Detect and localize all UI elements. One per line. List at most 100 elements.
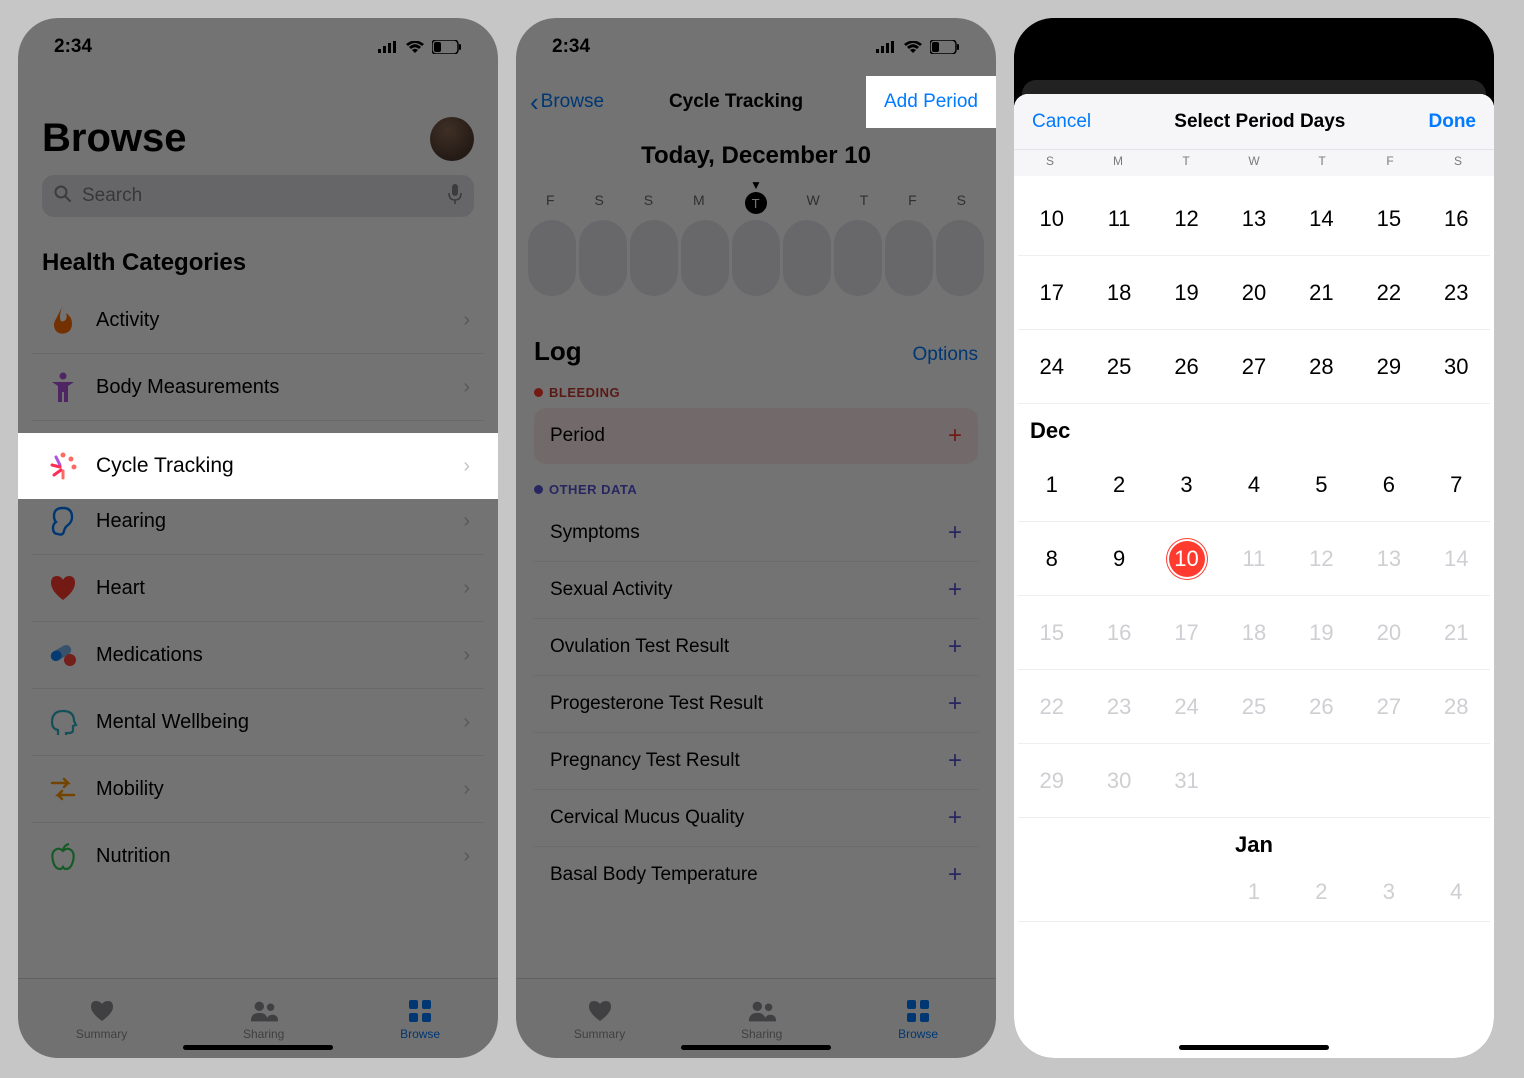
week-strip[interactable]: ▼ F S S M T W T F S [516,178,996,296]
day-bubble[interactable] [834,220,882,296]
log-row-pregnancy-test[interactable]: Pregnancy Test Result+ [534,733,978,790]
calendar-day[interactable]: 16 [1085,596,1152,669]
home-indicator[interactable] [1179,1045,1329,1050]
calendar-day[interactable]: 29 [1355,330,1422,403]
calendar-day[interactable]: 27 [1355,670,1422,743]
calendar-day[interactable]: 22 [1355,256,1422,329]
calendar-day[interactable]: 13 [1355,522,1422,595]
calendar-day[interactable]: 19 [1288,596,1355,669]
log-row-ovulation-test[interactable]: Ovulation Test Result+ [534,619,978,676]
tab-summary[interactable]: Summary [76,997,127,1041]
log-row-symptoms[interactable]: Symptoms+ [534,505,978,562]
calendar-day[interactable]: 30 [1423,330,1490,403]
category-heart[interactable]: Heart › [32,555,484,622]
highlight-cycle-tracking[interactable]: Cycle Tracking › [18,433,498,499]
done-button[interactable]: Done [1429,111,1477,133]
category-mental-wellbeing[interactable]: Mental Wellbeing › [32,689,484,756]
calendar-day[interactable]: 24 [1018,330,1085,403]
day-bubble[interactable] [936,220,984,296]
log-row-progesterone-test[interactable]: Progesterone Test Result+ [534,676,978,733]
calendar-day[interactable]: 28 [1423,670,1490,743]
tab-browse[interactable]: Browse [898,997,938,1041]
calendar-day[interactable]: 25 [1085,330,1152,403]
tab-sharing[interactable]: Sharing [741,997,782,1041]
calendar-day[interactable]: 10 [1018,182,1085,255]
calendar-day[interactable]: 5 [1288,448,1355,521]
calendar-day[interactable]: 30 [1085,744,1152,817]
calendar-day[interactable]: 9 [1085,522,1152,595]
calendar-day[interactable]: 23 [1423,256,1490,329]
calendar-day[interactable]: 2 [1288,862,1355,921]
calendar-day[interactable]: 25 [1220,670,1287,743]
day-bubble[interactable] [783,220,831,296]
calendar-day[interactable]: 4 [1423,862,1490,921]
day-bubble[interactable] [579,220,627,296]
calendar-day[interactable]: 7 [1423,448,1490,521]
tab-browse[interactable]: Browse [400,997,440,1041]
calendar-day[interactable]: 21 [1288,256,1355,329]
calendar-day[interactable]: 20 [1355,596,1422,669]
calendar-day[interactable]: 29 [1018,744,1085,817]
day-bubble[interactable] [681,220,729,296]
calendar-day[interactable]: 8 [1018,522,1085,595]
calendar-day[interactable]: 18 [1220,596,1287,669]
day-bubble[interactable] [630,220,678,296]
home-indicator[interactable] [681,1045,831,1050]
category-medications[interactable]: Medications › [32,622,484,689]
calendar-day[interactable]: 24 [1153,670,1220,743]
calendar-day[interactable]: 2 [1085,448,1152,521]
calendar-day[interactable]: 1 [1220,862,1287,921]
mic-icon[interactable] [448,184,462,209]
calendar-day[interactable]: 17 [1018,256,1085,329]
log-row-basal-temp[interactable]: Basal Body Temperature+ [534,847,978,903]
category-body-measurements[interactable]: Body Measurements › [32,354,484,421]
calendar-scroll[interactable]: 1011121314151617181920212223242526272829… [1014,176,1494,1058]
search-input[interactable]: Search [42,175,474,217]
category-nutrition[interactable]: Nutrition › [32,823,484,889]
calendar-day[interactable]: 11 [1220,522,1287,595]
options-button[interactable]: Options [913,344,978,366]
calendar-day[interactable]: 3 [1355,862,1422,921]
calendar-day[interactable]: 14 [1288,182,1355,255]
calendar-day[interactable]: 12 [1153,182,1220,255]
calendar-day[interactable]: 6 [1355,448,1422,521]
calendar-day[interactable]: 14 [1423,522,1490,595]
calendar-day[interactable]: 31 [1153,744,1220,817]
calendar-day[interactable]: 11 [1085,182,1152,255]
cancel-button[interactable]: Cancel [1032,111,1091,133]
category-activity[interactable]: Activity › [32,287,484,354]
tab-sharing[interactable]: Sharing [243,997,284,1041]
calendar-day[interactable]: 1 [1018,448,1085,521]
log-row-sexual-activity[interactable]: Sexual Activity+ [534,562,978,619]
calendar-day[interactable]: 12 [1288,522,1355,595]
calendar-day[interactable]: 13 [1220,182,1287,255]
calendar-day[interactable]: 4 [1220,448,1287,521]
calendar-day[interactable]: 19 [1153,256,1220,329]
day-bubble[interactable] [528,220,576,296]
calendar-day[interactable]: 18 [1085,256,1152,329]
calendar-day[interactable]: 3 [1153,448,1220,521]
calendar-day[interactable]: 28 [1288,330,1355,403]
calendar-day[interactable]: 20 [1220,256,1287,329]
calendar-day[interactable]: 27 [1220,330,1287,403]
day-bubble[interactable] [885,220,933,296]
calendar-day[interactable]: 26 [1153,330,1220,403]
calendar-day[interactable]: 16 [1423,182,1490,255]
profile-avatar[interactable] [430,117,474,161]
calendar-day[interactable]: 26 [1288,670,1355,743]
tab-summary[interactable]: Summary [574,997,625,1041]
home-indicator[interactable] [183,1045,333,1050]
selected-day[interactable]: 10 [1169,541,1205,577]
calendar-day[interactable]: 23 [1085,670,1152,743]
day-bubble[interactable] [732,220,780,296]
back-button[interactable]: ‹ Browse [530,87,604,118]
log-row-cervical-mucus[interactable]: Cervical Mucus Quality+ [534,790,978,847]
calendar-day[interactable]: 15 [1018,596,1085,669]
calendar-day[interactable]: 21 [1423,596,1490,669]
calendar-day[interactable]: 22 [1018,670,1085,743]
calendar-day[interactable]: 10 [1153,522,1220,595]
calendar-day[interactable]: 15 [1355,182,1422,255]
category-mobility[interactable]: Mobility › [32,756,484,823]
log-row-period[interactable]: Period + [534,408,978,464]
highlight-add-period[interactable]: Add Period [866,76,996,128]
